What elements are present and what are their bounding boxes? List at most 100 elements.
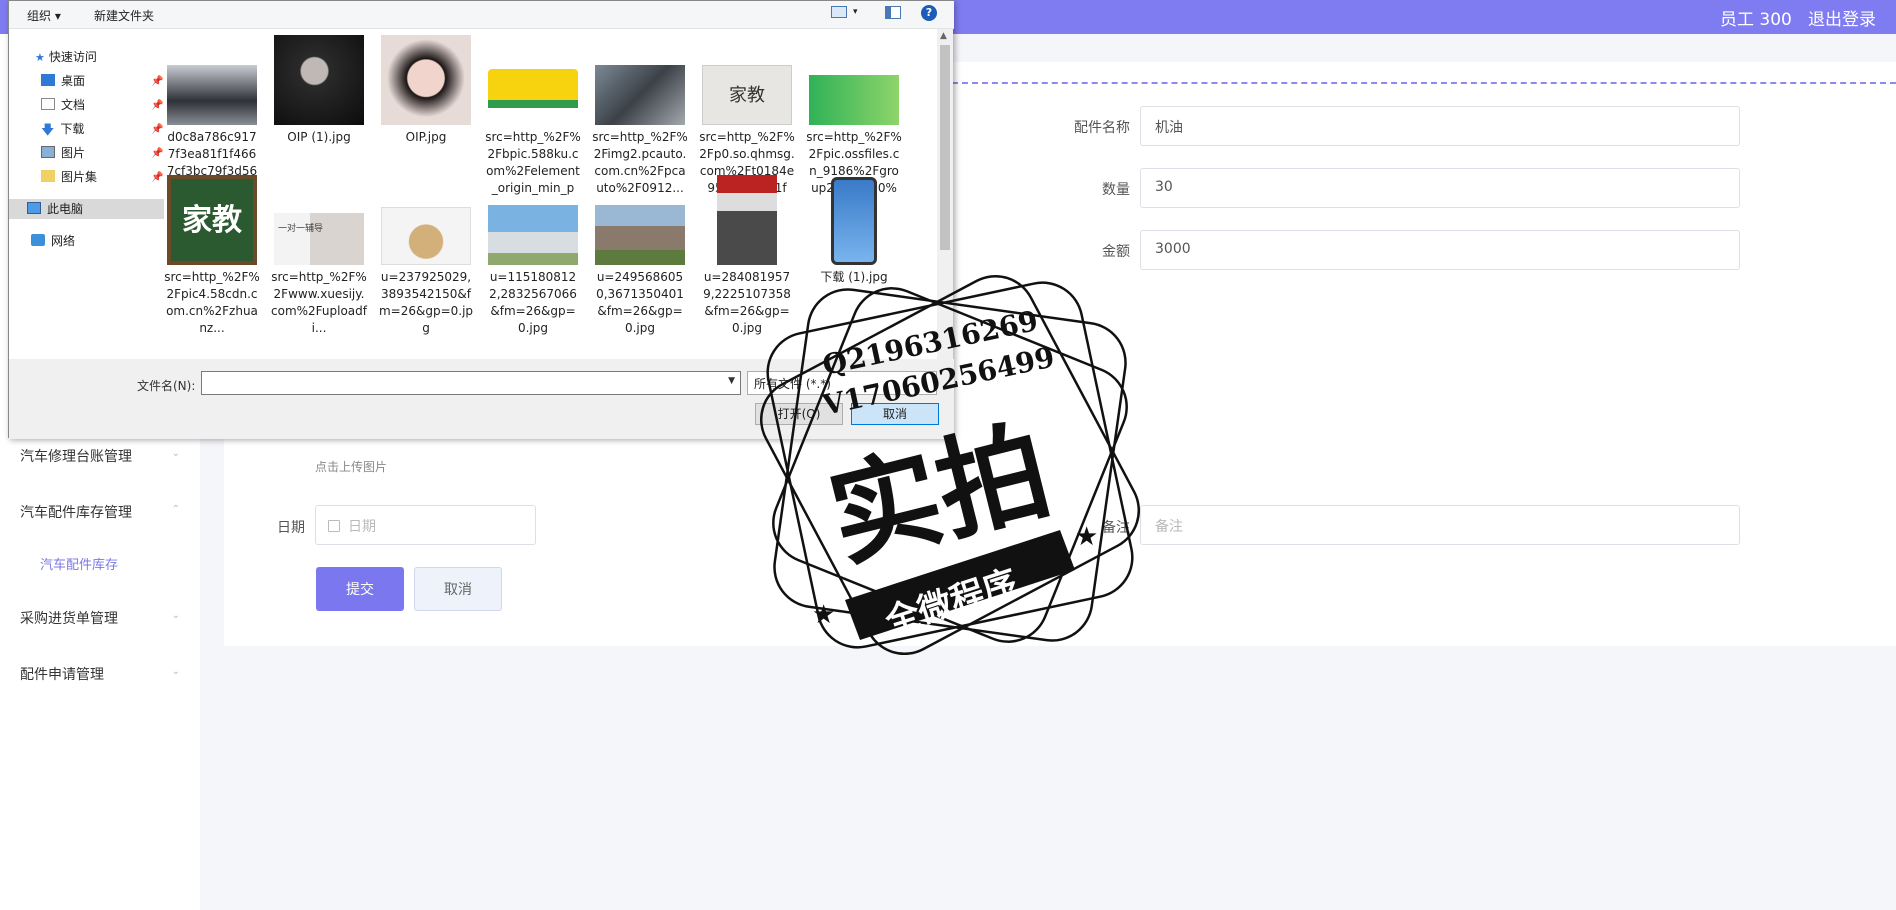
file-item[interactable]: src=http_%2F%2Fimg2.pcauto.com.cn%2Fpcau… [590, 35, 690, 197]
view-mode-icon[interactable] [831, 6, 847, 18]
folder-icon [41, 170, 55, 182]
date-picker[interactable]: 日期 [315, 505, 536, 545]
image-thumbnail [488, 35, 578, 125]
image-thumbnail [595, 35, 685, 125]
image-thumbnail [488, 175, 578, 265]
file-item[interactable]: u=237925029,3893542150&fm=26&gp=0.jpg [376, 175, 476, 337]
scrollbar-thumb[interactable] [940, 45, 950, 250]
file-grid: d0c8a786c9177f3ea81f1f4667cf3bc79f3d5656… [164, 29, 944, 359]
chevron-down-icon: ⌄ [171, 448, 180, 459]
image-thumbnail [274, 35, 364, 125]
nav-quick-access[interactable]: ★ 快速访问 [35, 47, 97, 67]
image-thumbnail [702, 175, 792, 265]
file-item[interactable]: src=http_%2F%2Fpic.ossfiles.cn_9186%2Fgr… [804, 35, 904, 197]
file-item[interactable]: 下载 (1).jpg [804, 175, 904, 337]
nav-desktop[interactable]: 桌面 [41, 71, 85, 91]
part-name-label: 配件名称 [1074, 120, 1130, 136]
file-grid-scrollbar[interactable]: ▲ [937, 29, 953, 359]
remark-input[interactable]: 备注 [1140, 505, 1740, 545]
chevron-down-icon: ⌄ [171, 666, 180, 677]
file-item[interactable]: OIP (1).jpg [269, 35, 369, 197]
computer-icon [27, 202, 41, 214]
image-thumbnail [167, 35, 257, 125]
file-item[interactable]: 家教 src=http_%2F%2Fp0.so.qhmsg.com%2Ft018… [697, 35, 797, 197]
new-folder-button[interactable]: 新建文件夹 [94, 7, 154, 24]
chevron-up-icon[interactable]: ▲ [940, 31, 947, 41]
dialog-nav-pane: ★ 快速访问 桌面 文档 🡇 下载 图片 图片集 📌 📌 📌 📌 📌 此电脑 网络 [9, 29, 164, 359]
nav-downloads[interactable]: 🡇 下载 [41, 119, 84, 139]
image-thumbnail: 家教 [167, 175, 257, 265]
nav-pictures[interactable]: 图片 [41, 143, 85, 163]
sidebar-item-purchase[interactable]: 采购进货单管理 ⌄ [20, 608, 180, 628]
image-thumbnail: 家教 [702, 35, 792, 125]
open-button[interactable]: 打开(O) [755, 403, 843, 425]
sidebar-item-parts-request[interactable]: 配件申请管理 ⌄ [20, 664, 180, 684]
chevron-down-icon: ⌄ [171, 610, 180, 621]
pin-icon: 📌 [151, 124, 164, 135]
download-icon: 🡇 [41, 123, 55, 138]
current-user[interactable]: 员工 300 [1720, 5, 1792, 30]
pin-icon: 📌 [151, 172, 164, 183]
nav-this-pc[interactable]: 此电脑 [9, 199, 164, 219]
image-thumbnail [809, 175, 899, 265]
quantity-label: 数量 [1102, 182, 1130, 198]
nav-picture-collection[interactable]: 图片集 [41, 167, 97, 187]
quantity-input[interactable]: 30 [1140, 168, 1740, 208]
file-type-filter[interactable]: 所有文件 (*.*) [747, 371, 937, 395]
dialog-bottom-bar: 文件名(N): ▼ 所有文件 (*.*) 打开(O) 取消 [9, 359, 954, 439]
sidebar-subitem-parts-stock[interactable]: 汽车配件库存 [40, 554, 118, 573]
dialog-cancel-button[interactable]: 取消 [851, 403, 939, 425]
sidebar-item-label: 汽车配件库存管理 [20, 505, 132, 521]
chevron-down-icon[interactable]: ▼ [728, 376, 735, 386]
image-thumbnail: 一对一辅导 [274, 175, 364, 265]
image-thumbnail [809, 35, 899, 125]
pin-icon: 📌 [151, 76, 164, 87]
upload-image-hint[interactable]: 点击上传图片 [315, 458, 387, 475]
file-item[interactable]: u=1151808122,2832567066&fm=26&gp=0.jpg [483, 175, 583, 337]
file-item[interactable]: 一对一辅导 src=http_%2F%2Fwww.xuesijy.com%2Fu… [269, 175, 369, 337]
help-icon[interactable]: ? [921, 5, 937, 21]
cancel-button[interactable]: 取消 [414, 567, 502, 611]
pin-icon: 📌 [151, 148, 164, 159]
sidebar-item-repair-ledger[interactable]: 汽车修理台账管理 ⌄ [20, 446, 180, 466]
sidebar-item-label: 采购进货单管理 [20, 611, 118, 627]
sidebar-item-label: 配件申请管理 [20, 667, 104, 683]
filename-label: 文件名(N): [137, 379, 196, 393]
document-icon [41, 98, 55, 110]
chevron-down-icon[interactable]: ▾ [853, 7, 858, 17]
amount-label: 金额 [1102, 244, 1130, 260]
dashed-divider [952, 82, 1896, 84]
amount-input[interactable]: 3000 [1140, 230, 1740, 270]
sidebar-item-label: 汽车修理台账管理 [20, 449, 132, 465]
image-thumbnail [381, 175, 471, 265]
pictures-icon [41, 146, 55, 158]
file-item[interactable]: u=2495686050,3671350401&fm=26&gp=0.jpg [590, 175, 690, 337]
network-icon [31, 234, 45, 246]
file-item[interactable]: u=2840819579,2225107358&fm=26&gp=0.jpg [697, 175, 797, 337]
file-item[interactable]: 家教 src=http_%2F%2Fpic4.58cdn.com.cn%2Fzh… [164, 175, 262, 337]
file-item[interactable]: OIP.jpg [376, 35, 476, 197]
file-open-dialog: 组织 ▾ 新建文件夹 ▾ ? ★ 快速访问 桌面 文档 🡇 下载 图片 图片集 📌 … [8, 0, 954, 439]
image-thumbnail [595, 175, 685, 265]
organize-menu[interactable]: 组织 ▾ [27, 7, 61, 24]
image-thumbnail [381, 35, 471, 125]
chevron-up-icon: ⌃ [171, 504, 180, 515]
remark-label: 备注 [1102, 520, 1130, 536]
star-icon: ★ [35, 51, 45, 64]
file-item[interactable]: d0c8a786c9177f3ea81f1f4667cf3bc79f3d5656… [164, 35, 262, 197]
pin-icon: 📌 [151, 100, 164, 111]
preview-pane-icon[interactable] [885, 6, 901, 19]
logout-link[interactable]: 退出登录 [1808, 5, 1876, 30]
nav-documents[interactable]: 文档 [41, 95, 85, 115]
filename-input[interactable]: ▼ [201, 371, 741, 395]
date-placeholder: 日期 [348, 519, 376, 535]
dialog-toolbar: 组织 ▾ 新建文件夹 ▾ ? [9, 1, 954, 29]
file-item[interactable]: src=http_%2F%2Fbpic.588ku.com%2Felement_… [483, 35, 583, 197]
nav-network[interactable]: 网络 [31, 231, 75, 251]
date-label: 日期 [277, 520, 305, 536]
calendar-icon [328, 520, 340, 532]
part-name-input[interactable]: 机油 [1140, 106, 1740, 146]
submit-button[interactable]: 提交 [316, 567, 404, 611]
sidebar-item-parts-inventory[interactable]: 汽车配件库存管理 ⌃ [20, 502, 180, 522]
desktop-icon [41, 74, 55, 86]
